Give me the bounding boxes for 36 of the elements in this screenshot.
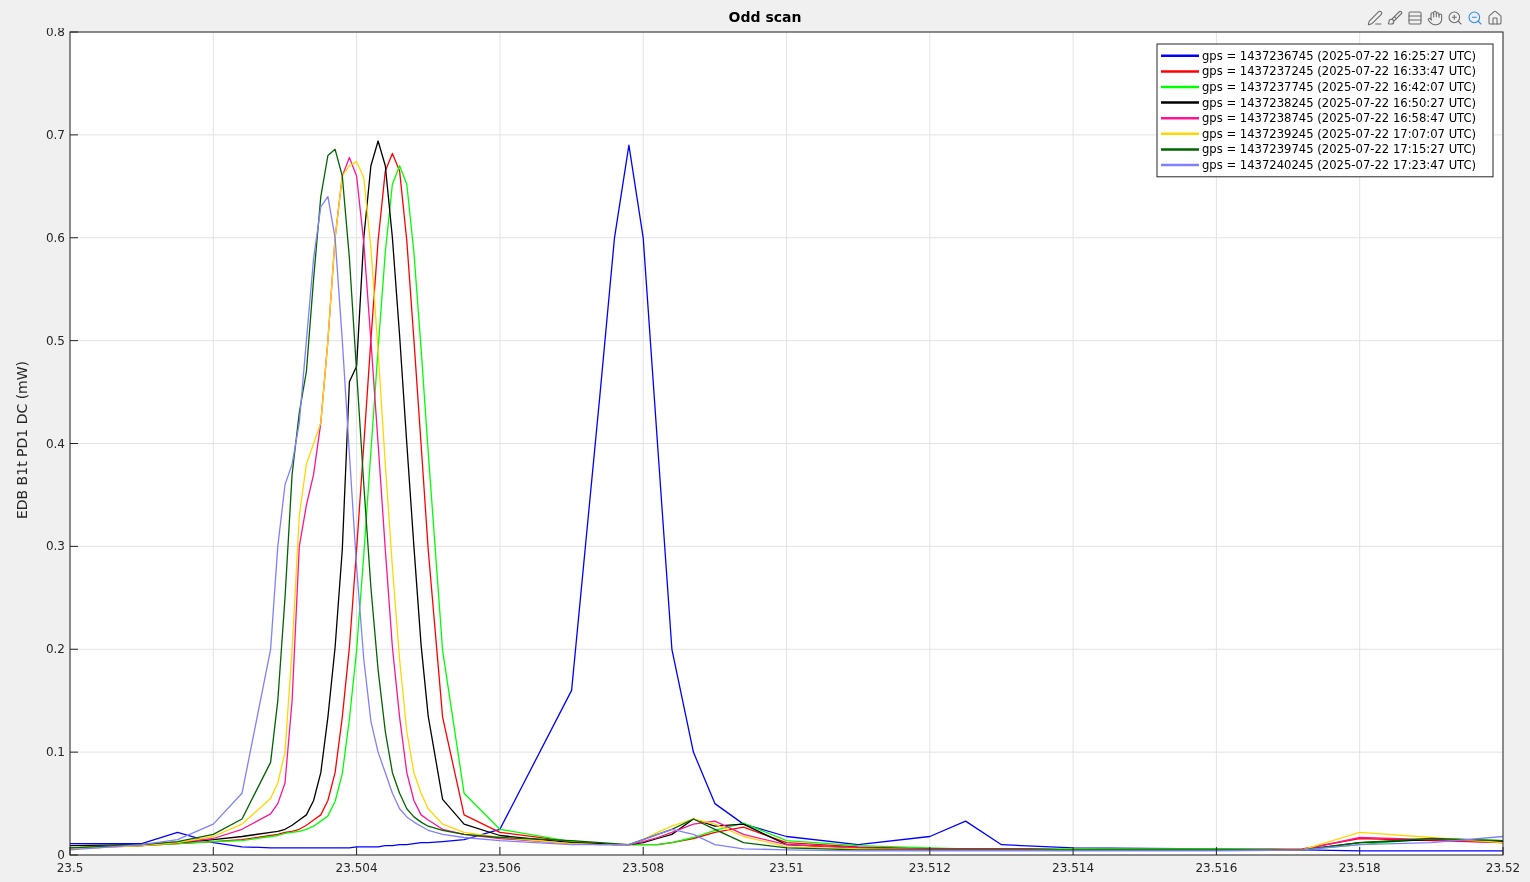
legend-icon[interactable] <box>1406 9 1424 27</box>
tick-label: 23.5 <box>56 861 84 875</box>
pan-icon[interactable] <box>1426 9 1444 27</box>
legend-label: gps = 1437236745 (2025-07-22 16:25:27 UTC) <box>1202 48 1477 63</box>
legend-label: gps = 1437237745 (2025-07-22 16:42:07 UTC) <box>1202 80 1477 94</box>
tick-label: 23.514 <box>1052 861 1095 875</box>
tick-label: 0.6 <box>45 230 65 245</box>
pen-icon[interactable] <box>1366 9 1384 27</box>
tick-label: 23.518 <box>1338 861 1381 875</box>
tick-label: 23.516 <box>1195 861 1238 875</box>
legend-label: gps = 1437237245 (2025-07-22 16:33:47 UTC) <box>1202 64 1477 79</box>
tick-label: 0.3 <box>45 539 65 554</box>
tick-label: 0.7 <box>45 127 65 142</box>
legend-label: gps = 1437240245 (2025-07-22 17:23:47 UTC) <box>1202 158 1477 172</box>
zoom-out-icon[interactable] <box>1466 9 1484 27</box>
tick-label: 23.52 <box>1485 861 1521 875</box>
brush-icon[interactable] <box>1386 9 1404 27</box>
tick-label: 23.512 <box>908 861 951 875</box>
legend-label: gps = 1437239245 (2025-07-22 17:07:07 UTC) <box>1202 126 1477 141</box>
tick-label: 0.1 <box>45 745 65 760</box>
tick-label: 23.504 <box>335 861 378 875</box>
chart-title: Odd scan <box>728 9 802 25</box>
home-icon[interactable] <box>1486 9 1504 27</box>
legend-label: gps = 1437238745 (2025-07-22 16:58:47 UTC) <box>1202 111 1477 126</box>
tick-label: 0.5 <box>45 333 65 348</box>
tick-label: 0.4 <box>45 436 65 451</box>
legend-label: gps = 1437238245 (2025-07-22 16:50:27 UTC) <box>1202 95 1477 110</box>
tick-label: 23.506 <box>478 861 521 875</box>
tick-label: 23.508 <box>622 861 665 875</box>
tick-label: 23.51 <box>769 861 804 875</box>
zoom-in-icon[interactable] <box>1446 9 1464 27</box>
tick-label: 23.502 <box>192 861 235 875</box>
tick-label: 0 <box>57 848 65 862</box>
legend-label: gps = 1437239745 (2025-07-22 17:15:27 UTC) <box>1202 142 1477 157</box>
axis-label: EDB B1t PD1 DC (mW) <box>14 360 30 520</box>
tick-label: 0.2 <box>45 642 65 657</box>
